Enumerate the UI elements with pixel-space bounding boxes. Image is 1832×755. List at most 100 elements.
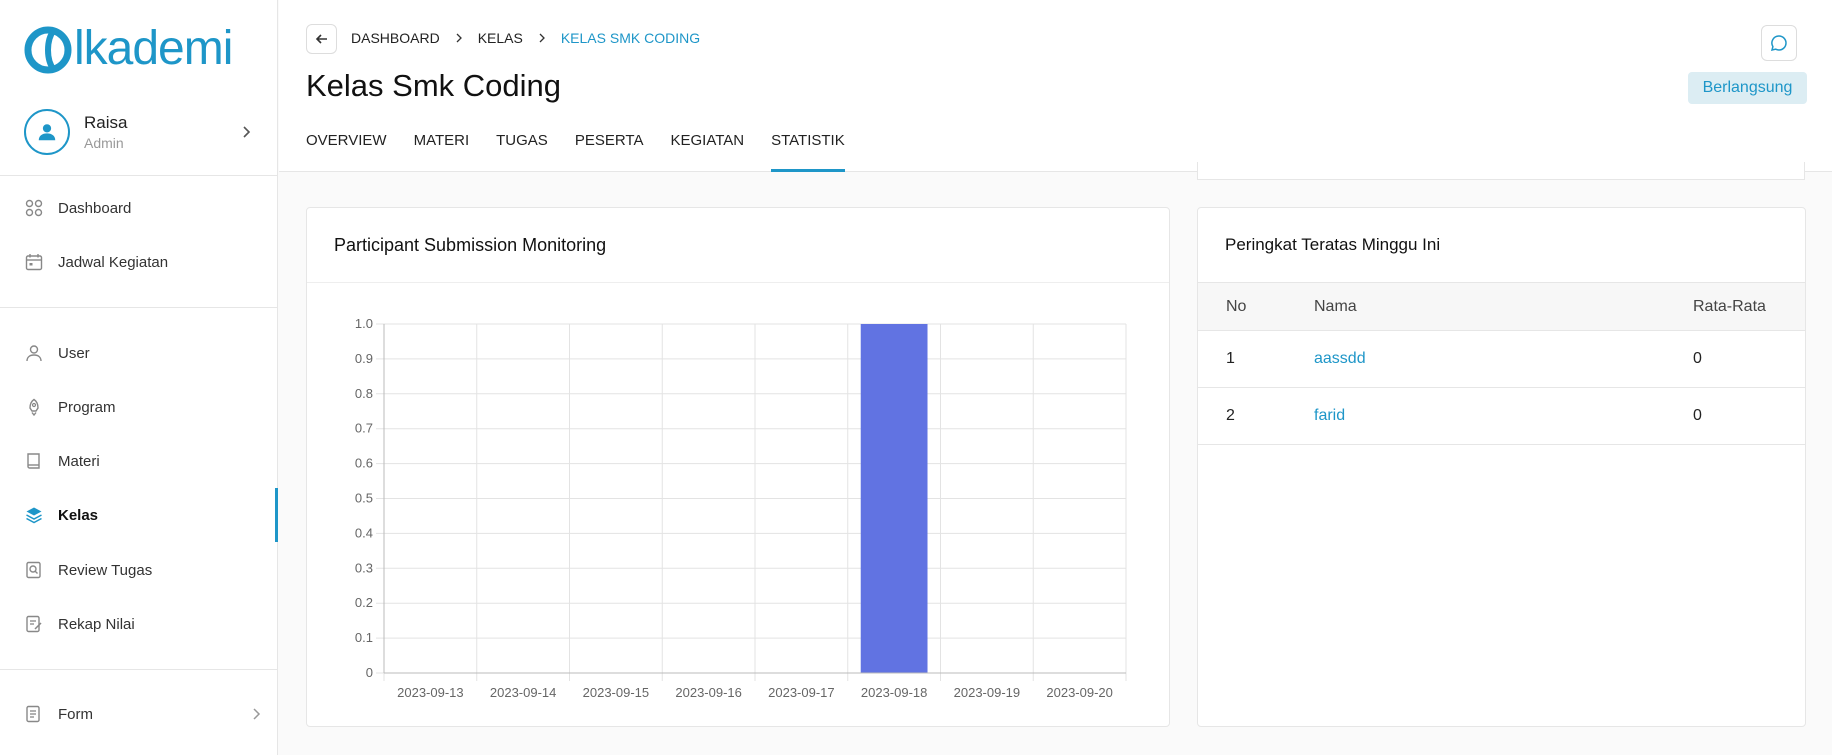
- layers-icon: [24, 505, 44, 525]
- y-tick-label: 0.3: [355, 560, 373, 575]
- calendar-icon: [24, 252, 44, 272]
- user-profile[interactable]: Raisa Admin: [24, 108, 254, 156]
- breadcrumb: DASHBOARD KELAS KELAS SMK CODING: [351, 30, 700, 46]
- x-tick-label: 2023-09-15: [583, 685, 650, 700]
- chat-button[interactable]: [1761, 25, 1797, 61]
- cell-nama: aassdd: [1314, 330, 1693, 388]
- sidebar-item-label: Kelas: [58, 506, 99, 524]
- sidebar-item-user[interactable]: User: [24, 338, 264, 368]
- y-tick-label: 0.5: [355, 491, 373, 506]
- divider: [0, 307, 278, 308]
- avatar: [24, 109, 70, 155]
- x-tick-label: 2023-09-18: [861, 685, 928, 700]
- sidebar-item-label: Review Tugas: [58, 561, 153, 579]
- cell-nama: farid: [1314, 387, 1693, 445]
- sidebar-item-program[interactable]: Program: [24, 392, 264, 422]
- cell-rata-rata: 0: [1693, 330, 1805, 388]
- y-tick-label: 0.6: [355, 456, 373, 471]
- bar: [860, 324, 928, 673]
- chevron-right-icon: [243, 126, 251, 138]
- back-button[interactable]: [306, 24, 337, 54]
- user-icon: [24, 343, 44, 363]
- participant-link[interactable]: aassdd: [1314, 350, 1366, 367]
- chevron-right-icon: [456, 33, 462, 43]
- y-tick-label: 0: [366, 665, 373, 680]
- logo-text: lkademi: [74, 21, 233, 75]
- book-icon: [24, 451, 44, 471]
- tab-kegiatan[interactable]: KEGIATAN: [670, 128, 744, 172]
- sidebar-item-materi[interactable]: Materi: [24, 446, 264, 476]
- submission-chart-card: Participant Submission Monitoring 0 0.1 0.…: [306, 207, 1170, 727]
- chevron-right-icon: [539, 33, 545, 43]
- cell-no: 1: [1198, 330, 1314, 388]
- breadcrumb-current: KELAS SMK CODING: [560, 30, 701, 46]
- sidebar-item-label: Jadwal Kegiatan: [58, 253, 169, 271]
- sidebar-item-label: Program: [58, 398, 116, 416]
- logo-mark-icon: [24, 26, 72, 74]
- y-tick-label: 0.4: [355, 525, 373, 540]
- x-tick-label: 2023-09-14: [490, 685, 557, 700]
- card-edge: [1197, 162, 1805, 180]
- cell-no: 2: [1198, 387, 1314, 445]
- y-tick-label: 0.7: [355, 421, 373, 436]
- tab-overview[interactable]: OVERVIEW: [306, 128, 387, 172]
- y-tick-label: 0.1: [355, 630, 373, 645]
- sidebar-item-kelas[interactable]: Kelas: [24, 500, 264, 530]
- grid-icon: [24, 198, 44, 218]
- x-tick-label: 2023-09-19: [954, 685, 1021, 700]
- ranking-table: No Nama Rata-Rata 1 aassdd 0 2 farid 0: [1198, 282, 1805, 445]
- cell-rata-rata: 0: [1693, 387, 1805, 445]
- column-header-no: No: [1198, 282, 1314, 331]
- sidebar-item-label: Materi: [58, 452, 100, 470]
- divider: [0, 175, 278, 176]
- sidebar-item-form[interactable]: Form: [24, 699, 264, 729]
- tab-tugas[interactable]: TUGAS: [496, 128, 548, 172]
- column-header-nama: Nama: [1314, 282, 1693, 331]
- tab-peserta[interactable]: PESERTA: [575, 128, 644, 172]
- table-row: 1 aassdd 0: [1198, 330, 1805, 388]
- column-header-rata-rata: Rata-Rata: [1693, 282, 1805, 331]
- x-tick-label: 2023-09-20: [1046, 685, 1113, 700]
- breadcrumb-kelas[interactable]: KELAS: [478, 30, 523, 46]
- table-header-row: No Nama Rata-Rata: [1198, 282, 1805, 331]
- ranking-card: Peringkat Teratas Minggu Ini No Nama Rat…: [1197, 207, 1806, 727]
- sidebar-item-dashboard[interactable]: Dashboard: [24, 193, 264, 223]
- user-role: Admin: [84, 135, 124, 151]
- sidebar-item-review-tugas[interactable]: Review Tugas: [24, 555, 264, 585]
- user-info: Raisa Admin: [84, 113, 238, 151]
- arrow-left-icon: [315, 34, 327, 44]
- tab-materi[interactable]: MATERI: [414, 128, 470, 172]
- page-header: DASHBOARD KELAS KELAS SMK CODING Kelas S…: [279, 0, 1832, 172]
- sidebar-item-rekap-nilai[interactable]: Rekap Nilai: [24, 609, 264, 639]
- ranking-title: Peringkat Teratas Minggu Ini: [1225, 235, 1441, 254]
- sidebar-item-label: Dashboard: [58, 199, 132, 217]
- divider: [0, 669, 278, 670]
- status-badge: Berlangsung: [1688, 72, 1807, 104]
- page-title: Kelas Smk Coding: [306, 68, 562, 103]
- x-tick-label: 2023-09-16: [675, 685, 742, 700]
- participant-link[interactable]: farid: [1314, 407, 1345, 424]
- sidebar: lkademi Raisa Admin Dashboard Jadwal Keg…: [0, 0, 278, 755]
- chat-icon: [1770, 35, 1787, 51]
- search-doc-icon: [24, 560, 44, 580]
- breadcrumb-dashboard[interactable]: DASHBOARD: [351, 30, 440, 46]
- y-tick-label: 1.0: [355, 316, 373, 331]
- sidebar-item-jadwal-kegiatan[interactable]: Jadwal Kegiatan: [24, 247, 264, 277]
- chevron-right-icon: [253, 708, 261, 720]
- y-tick-label: 0.8: [355, 386, 373, 401]
- alkademi-logo[interactable]: lkademi: [24, 20, 233, 76]
- active-indicator: [275, 488, 278, 542]
- table-row: 2 farid 0: [1198, 387, 1805, 445]
- person-icon: [38, 124, 56, 141]
- tab-statistik[interactable]: STATISTIK: [771, 128, 845, 172]
- edit-doc-icon: [24, 614, 44, 634]
- rocket-icon: [24, 397, 44, 417]
- user-name: Raisa: [84, 113, 128, 132]
- tab-bar: OVERVIEW MATERI TUGAS PESERTA KEGIATAN S…: [306, 128, 872, 172]
- y-tick-label: 0.9: [355, 351, 373, 366]
- sidebar-item-label: Form: [58, 705, 93, 723]
- y-tick-label: 0.2: [355, 595, 373, 610]
- submission-bar-chart: 0 0.1 0.2 0.3 0.4 0.5 0.6 0.7 0.8 0.9 1.0 2023-09-1…: [355, 316, 1127, 700]
- chart-card-title: Participant Submission Monitoring: [307, 208, 1169, 283]
- sidebar-item-label: Rekap Nilai: [58, 615, 135, 633]
